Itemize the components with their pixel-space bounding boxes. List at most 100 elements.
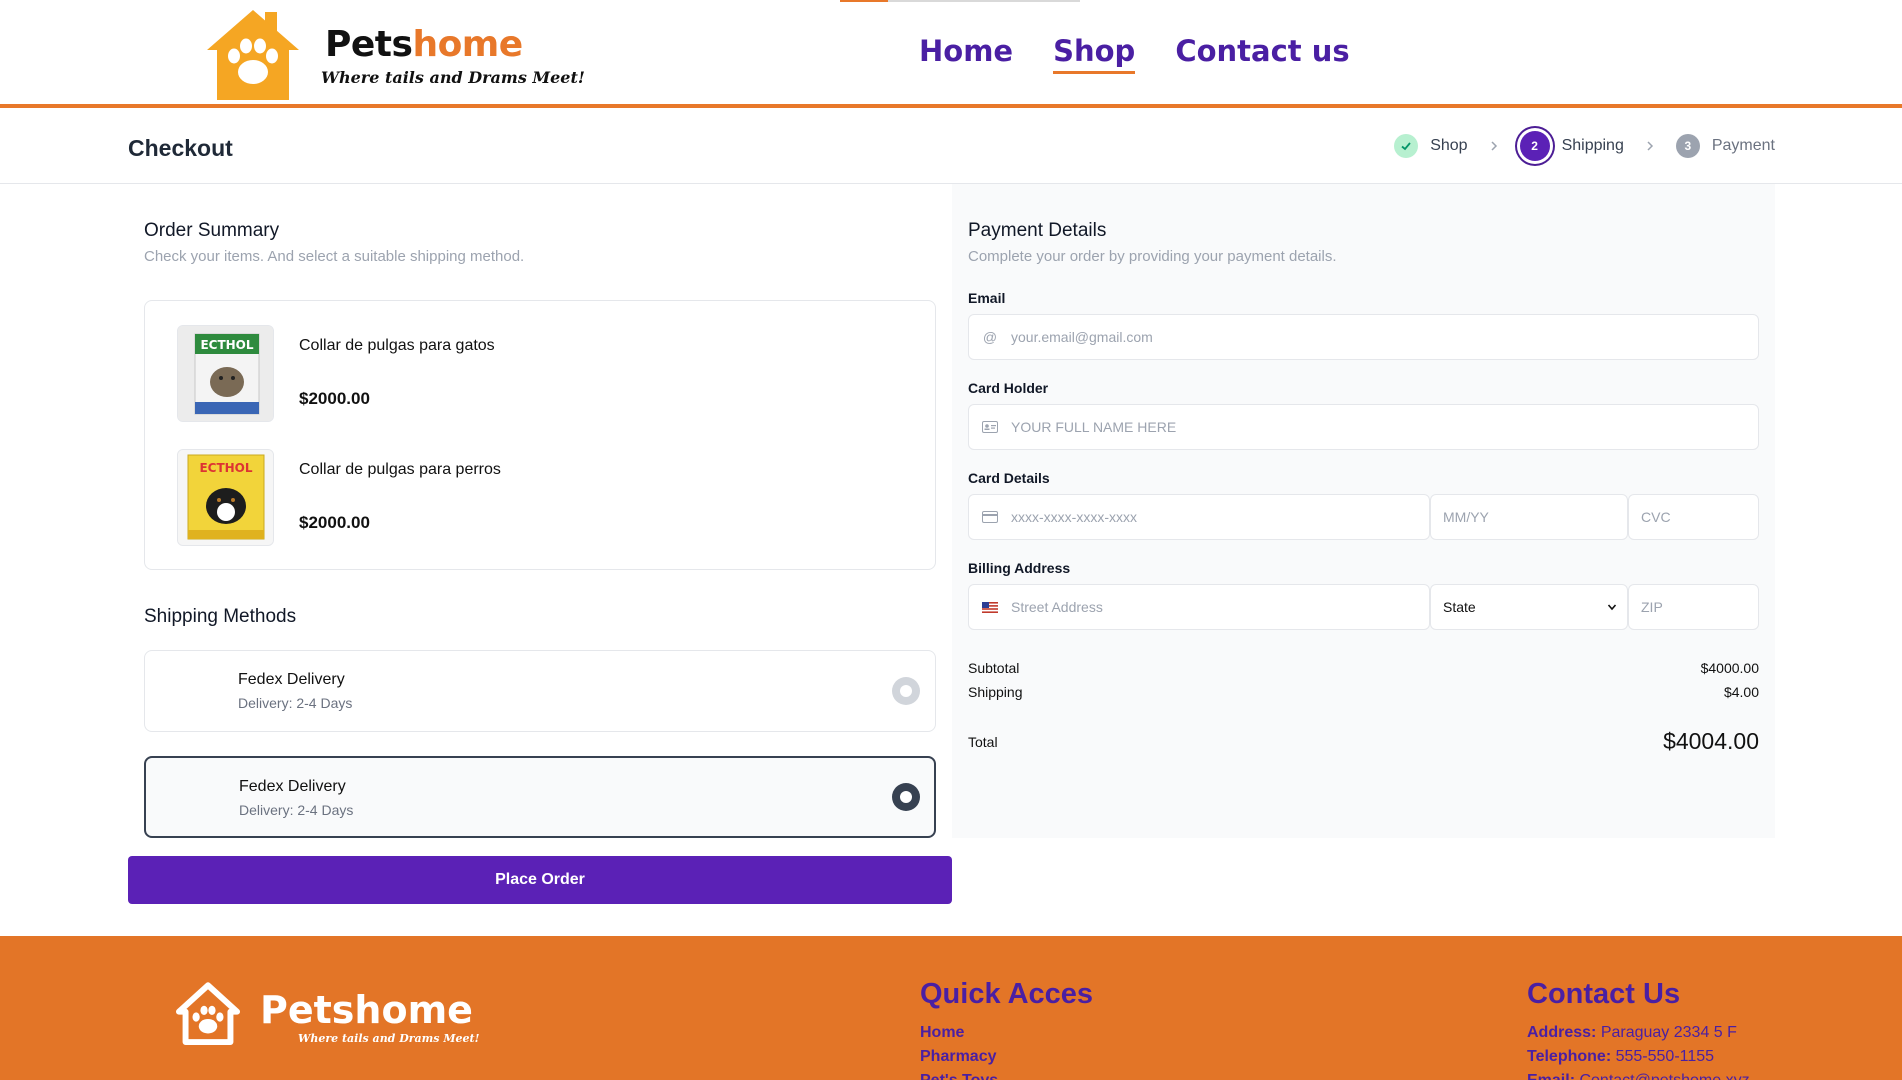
card-expiry-field[interactable]: MM/YY [1430, 494, 1628, 540]
step-number: 2 [1519, 131, 1550, 161]
step-number: 3 [1675, 134, 1700, 158]
card-holder-field[interactable]: YOUR FULL NAME HERE [968, 404, 1759, 450]
footer-brand-name: Petshome [260, 988, 473, 1032]
card-expiry-placeholder: MM/YY [1443, 509, 1489, 525]
shipping-option[interactable]: Fedex Delivery Delivery: 2-4 Days [144, 650, 936, 732]
zip-field[interactable]: ZIP [1628, 584, 1759, 630]
product-box-image-icon: ECTHOL [178, 450, 273, 545]
house-paw-logo-icon [175, 982, 241, 1046]
payment-panel: Payment Details Complete your order by p… [952, 184, 1775, 838]
payment-title: Payment Details [968, 220, 1107, 241]
state-select-value: State [1443, 599, 1476, 615]
house-paw-logo-icon [207, 10, 299, 100]
billing-address-label: Billing Address [968, 560, 1071, 576]
nav-home[interactable]: Home [919, 34, 1013, 68]
nav-contact-us[interactable]: Contact us [1175, 34, 1349, 68]
total-value: $4004.00 [1663, 728, 1759, 754]
email-field[interactable]: @ your.email@gmail.com [968, 314, 1759, 360]
shipping-option-name: Fedex Delivery [239, 778, 346, 795]
step-shipping[interactable]: 2 Shipping [1519, 131, 1624, 161]
main-nav: Home Shop Contact us [919, 34, 1350, 74]
street-address-field[interactable]: Street Address [968, 584, 1430, 630]
credit-card-icon [981, 508, 999, 526]
footer-address: Address: Paraguay 2334 5 F [1527, 1024, 1737, 1041]
place-order-button[interactable]: Place Order [128, 856, 952, 904]
footer-link-pets-toys[interactable]: Pet's Toys [920, 1072, 998, 1080]
product-thumbnail: ECTHOL [177, 449, 274, 546]
email-label: Email [968, 290, 1006, 306]
card-cvc-placeholder: CVC [1641, 509, 1671, 525]
brand-name: Petshome [325, 24, 523, 65]
shipping-option-eta: Delivery: 2-4 Days [238, 695, 353, 711]
product-box-image-icon: ECTHOL [178, 326, 273, 421]
order-items-box: ECTHOL Collar de pulgas para gatos $2000… [144, 300, 936, 570]
shipping-methods-title: Shipping Methods [144, 606, 297, 627]
page-title: Checkout [128, 135, 233, 161]
subtotal-row: Subtotal $4000.00 [968, 660, 1759, 676]
order-summary-header: Order Summary Check your items. And sele… [144, 220, 524, 265]
footer-link-pharmacy[interactable]: Pharmacy [920, 1048, 997, 1066]
product-thumbnail: ECTHOL [177, 325, 274, 422]
list-item: ECTHOL Collar de pulgas para perros $200… [177, 449, 897, 547]
id-card-icon [981, 418, 999, 436]
payment-subtitle: Complete your order by providing your pa… [968, 248, 1337, 265]
step-payment[interactable]: 3 Payment [1675, 134, 1775, 158]
order-summary-subtitle: Check your items. And select a suitable … [144, 248, 525, 265]
checkout-bar: Checkout Shop 2 Shipping 3 Payment [0, 112, 1902, 184]
site-header: Petshome Where tails and Drams Meet! Hom… [0, 0, 1902, 108]
footer-telephone: Telephone: 555-550-1155 [1527, 1048, 1715, 1065]
zip-placeholder: ZIP [1641, 599, 1663, 615]
chevron-right-icon [1638, 134, 1662, 158]
step-label: Shop [1430, 137, 1468, 154]
chevron-right-icon [1482, 134, 1506, 158]
payment-form: Payment Details Complete your order by p… [968, 220, 1759, 754]
subtotal-value: $4000.00 [1700, 660, 1759, 676]
total-label: Total [968, 733, 998, 750]
footer-brand-tagline: Where tails and Drams Meet! [298, 1032, 480, 1045]
footer-link-home[interactable]: Home [920, 1024, 964, 1042]
street-address-placeholder: Street Address [1011, 599, 1103, 615]
card-holder-label: Card Holder [968, 380, 1049, 396]
card-details-label: Card Details [968, 470, 1050, 486]
contact-us-title: Contact Us [1527, 978, 1681, 1010]
svg-text:ECTHOL: ECTHOL [199, 461, 252, 475]
state-select[interactable]: State [1430, 584, 1628, 630]
brand-logo[interactable]: Petshome Where tails and Drams Meet! [203, 6, 585, 102]
card-cvc-field[interactable]: CVC [1628, 494, 1759, 540]
at-sign-icon: @ [982, 329, 998, 345]
shipping-option-name: Fedex Delivery [238, 671, 345, 688]
radio-button[interactable] [892, 783, 920, 811]
total-row: Total $4004.00 [968, 728, 1759, 755]
svg-text:ECTHOL: ECTHOL [200, 338, 253, 352]
shipping-cost-row: Shipping $4.00 [968, 684, 1759, 700]
card-number-field[interactable]: xxxx-xxxx-xxxx-xxxx [968, 494, 1430, 540]
product-name: Collar de pulgas para gatos [299, 337, 495, 354]
nav-shop[interactable]: Shop [1053, 34, 1136, 74]
shipping-option-selected[interactable]: Fedex Delivery Delivery: 2-4 Days [144, 756, 936, 838]
brand-tagline: Where tails and Drams Meet! [321, 68, 585, 87]
shipping-option-eta: Delivery: 2-4 Days [239, 802, 354, 818]
order-summary-title: Order Summary [144, 220, 280, 241]
subtotal-label: Subtotal [968, 660, 1020, 676]
product-name: Collar de pulgas para perros [299, 461, 501, 478]
shipping-cost-value: $4.00 [1723, 684, 1759, 700]
email-placeholder: your.email@gmail.com [1011, 329, 1153, 345]
check-icon [1394, 134, 1419, 158]
checkout-steps: Shop 2 Shipping 3 Payment [1394, 131, 1775, 161]
card-holder-placeholder: YOUR FULL NAME HERE [1011, 419, 1177, 435]
product-price: $2000.00 [299, 513, 370, 532]
list-item: ECTHOL Collar de pulgas para gatos $2000… [177, 325, 897, 423]
step-label: Shipping [1561, 137, 1624, 154]
card-number-placeholder: xxxx-xxxx-xxxx-xxxx [1011, 509, 1137, 525]
us-flag-icon [981, 598, 999, 616]
quick-access-title: Quick Acces [920, 978, 1094, 1010]
footer-email[interactable]: Email: Contact@petshome.xyz [1527, 1072, 1750, 1080]
chevron-down-icon [1607, 599, 1617, 615]
radio-button[interactable] [892, 677, 920, 705]
step-shop[interactable]: Shop [1394, 134, 1468, 158]
footer-logo[interactable]: Petshome Where tails and Drams Meet! [175, 980, 495, 1052]
shipping-cost-label: Shipping [968, 684, 1023, 700]
site-footer: Petshome Where tails and Drams Meet! Qui… [0, 936, 1902, 1080]
product-price: $2000.00 [299, 389, 370, 408]
header-top-accent [840, 0, 1080, 2]
